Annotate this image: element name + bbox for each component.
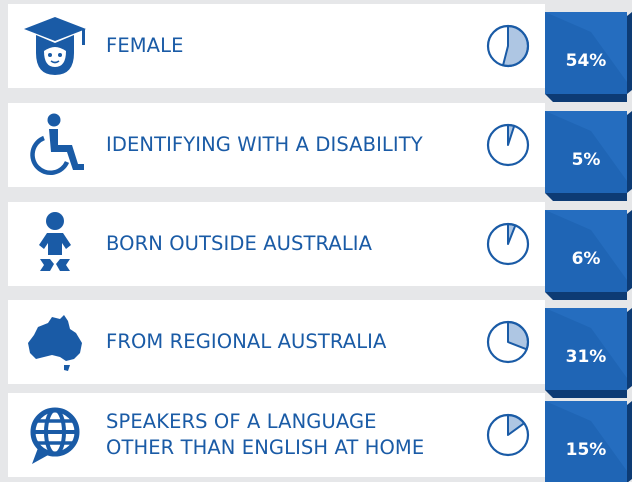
pie-slice — [486, 222, 530, 266]
stat-label: SPEAKERS OF A LANGUAGE OTHER THAN ENGLIS… — [106, 410, 425, 459]
pie-slice — [486, 24, 530, 68]
baby-icon — [20, 211, 90, 277]
value-ribbon: 15% — [545, 401, 632, 482]
stat-card: FEMALE — [8, 4, 545, 88]
stat-card: FROM REGIONAL AUSTRALIA — [8, 300, 545, 384]
value-ribbon: 54% — [545, 12, 632, 102]
value-ribbon: 31% — [545, 308, 632, 398]
stat-label: BORN OUTSIDE AUSTRALIA — [106, 232, 373, 255]
stat-card: SPEAKERS OF A LANGUAGE OTHER THAN ENGLIS… — [8, 393, 545, 477]
stat-row-female: FEMALE 54% — [0, 4, 632, 102]
stat-label: FROM REGIONAL AUSTRALIA — [106, 330, 387, 353]
pie-slice-fill — [507, 124, 516, 146]
stat-value: 5% — [571, 150, 601, 170]
value-ribbon: 6% — [545, 210, 632, 300]
stat-row-language: SPEAKERS OF A LANGUAGE OTHER THAN ENGLIS… — [0, 393, 632, 482]
stat-value: 54% — [565, 51, 607, 71]
stat-row-disability: IDENTIFYING WITH A DISABILITY 5% — [0, 103, 632, 201]
stat-row-born-outside: BORN OUTSIDE AUSTRALIA 6% — [0, 202, 632, 300]
graduate-icon — [20, 13, 90, 79]
stat-row-regional: FROM REGIONAL AUSTRALIA 31% — [0, 300, 632, 398]
pie-slice — [486, 320, 530, 364]
stat-value: 31% — [565, 347, 607, 367]
stat-value: 6% — [571, 249, 601, 269]
stat-label: IDENTIFYING WITH A DISABILITY — [106, 133, 423, 156]
wheelchair-icon — [20, 112, 90, 178]
pie-slice-fill — [502, 25, 529, 67]
australia-map-icon — [20, 309, 90, 375]
stat-card: BORN OUTSIDE AUSTRALIA — [8, 202, 545, 286]
pie-slice-fill — [507, 414, 526, 436]
pie-slice-fill — [507, 223, 517, 245]
stat-label: FEMALE — [106, 34, 184, 57]
stat-value: 15% — [565, 440, 607, 460]
stat-card: IDENTIFYING WITH A DISABILITY — [8, 103, 545, 187]
value-ribbon: 5% — [545, 111, 632, 201]
pie-slice — [486, 413, 530, 457]
pie-slice-fill — [507, 321, 529, 351]
pie-slice — [486, 123, 530, 167]
globe-chat-icon — [20, 402, 90, 468]
